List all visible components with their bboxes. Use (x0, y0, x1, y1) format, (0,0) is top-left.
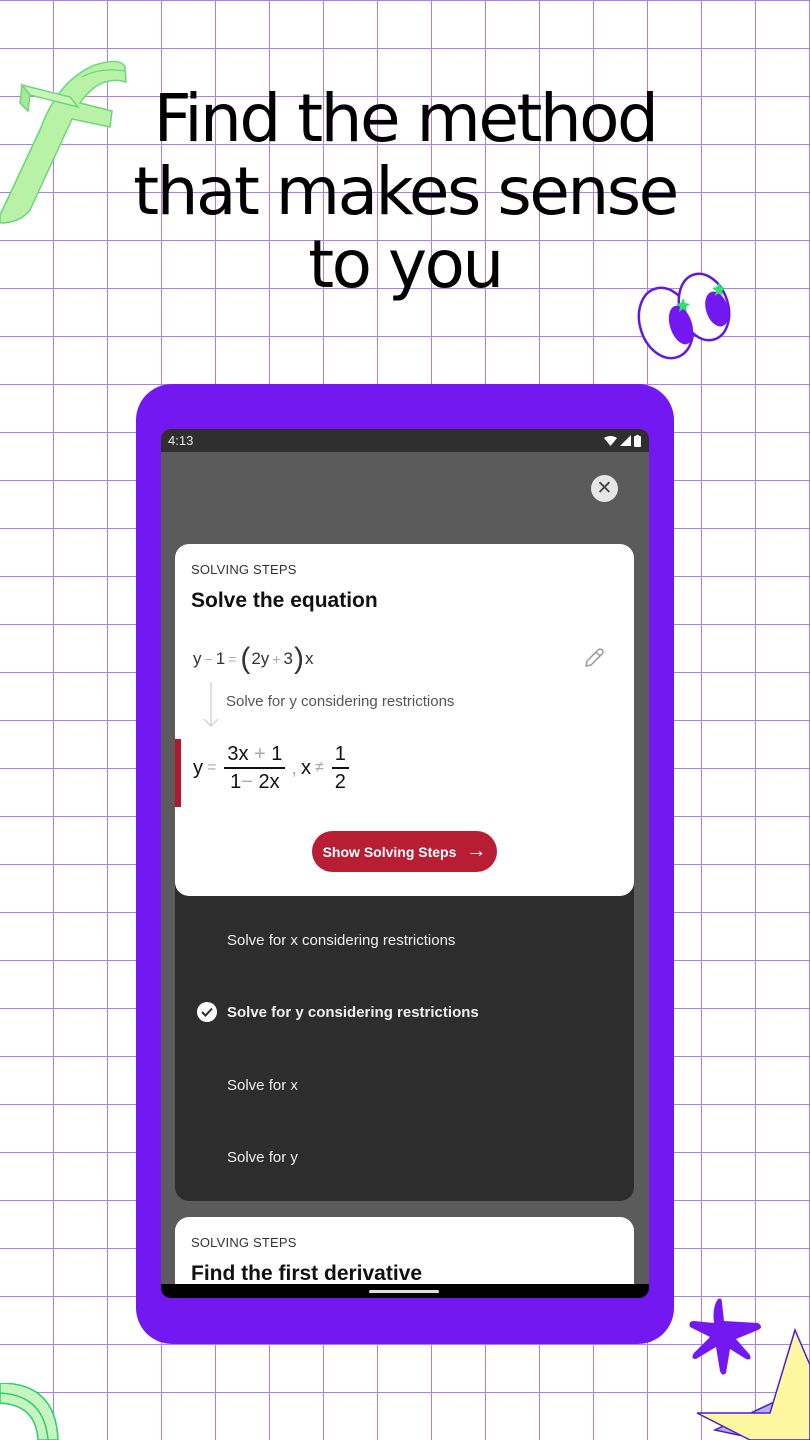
wifi-icon (604, 435, 617, 446)
option-label: Solve for y (227, 1148, 298, 1166)
eq-operator: = (228, 651, 237, 667)
eq-term: 1 (215, 649, 226, 668)
eq-operator: − (204, 651, 213, 667)
eq-term: y (193, 649, 202, 668)
green-arc-decoration (0, 1383, 59, 1440)
headline: Find the method that makes sense to you (0, 82, 810, 301)
eq-paren: ( (240, 642, 251, 675)
device-screen: 4:13 ✕ SOLVING STEPS Solve the equation … (161, 429, 649, 1298)
card-eyebrow: SOLVING STEPS (191, 1235, 297, 1250)
solving-steps-card: SOLVING STEPS Solve the equation y − 1 =… (175, 544, 634, 896)
arrow-right-icon: → (466, 840, 487, 862)
result-fraction: 3x + 1 1− 2x (224, 741, 286, 795)
result-equation: y = 3x + 1 1− 2x , x ≠ 1 2 (193, 741, 353, 795)
eq-term: x (304, 649, 314, 668)
battery-icon (634, 434, 641, 447)
headline-line-1: Find the method (153, 80, 659, 157)
status-bar: 4:13 (161, 429, 649, 452)
yellow-star-decoration (696, 1327, 810, 1440)
result-term: y (193, 756, 203, 779)
option-label: Solve for x (227, 1076, 298, 1094)
result-term: 1 (230, 771, 242, 793)
eq-operator: + (272, 651, 281, 667)
result-operator: ≠ (314, 759, 324, 776)
step-description: Solve for y considering restrictions (226, 693, 455, 710)
close-icon: ✕ (596, 478, 613, 499)
result-term: x (300, 756, 311, 779)
result-operator: − (241, 771, 253, 793)
card-title: Find the first derivative (191, 1262, 423, 1285)
result-operator: + (254, 743, 266, 765)
close-button[interactable]: ✕ (591, 475, 618, 502)
show-solving-steps-button[interactable]: Show Solving Steps → (312, 831, 497, 872)
method-option[interactable]: Solve for y (175, 1137, 634, 1177)
method-option[interactable]: Solve for x (175, 1065, 634, 1105)
fraction-numerator: 3x + 1 (224, 741, 286, 769)
edit-pencil-icon[interactable] (582, 646, 606, 670)
eq-paren: ) (293, 642, 304, 675)
headline-line-2: that makes sense (133, 153, 679, 230)
result-term: 3x (227, 743, 249, 765)
result-term: 1 (271, 743, 283, 765)
fraction-numerator: 1 (331, 741, 349, 769)
headline-line-3: to you (308, 226, 504, 303)
card-title: Solve the equation (191, 589, 378, 612)
result-term: 2x (258, 771, 280, 793)
home-handle[interactable] (369, 1290, 439, 1293)
result-highlight-bar (175, 739, 181, 807)
eq-term: 3 (283, 649, 293, 668)
step-down-arrow-icon (203, 682, 219, 727)
option-label: Solve for x considering restrictions (227, 931, 456, 949)
status-icons (604, 434, 641, 447)
checkmark-icon (197, 1002, 217, 1022)
method-option[interactable]: Solve for x considering restrictions (175, 920, 634, 960)
signal-icon (620, 435, 631, 446)
navigation-bar (161, 1284, 649, 1298)
fraction-denominator: 2 (334, 771, 346, 793)
input-equation: y − 1 = ( 2y + 3 ) x (193, 644, 313, 674)
result-operator: = (207, 759, 217, 776)
condition-fraction: 1 2 (331, 741, 349, 795)
fraction-denominator: 1− 2x (227, 769, 283, 795)
card-eyebrow: SOLVING STEPS (191, 562, 297, 577)
method-option-selected[interactable]: Solve for y considering restrictions (175, 992, 634, 1032)
result-comma: , (291, 756, 297, 779)
status-time: 4:13 (168, 433, 194, 448)
eq-term: 2y (251, 649, 270, 668)
option-label: Solve for y considering restrictions (227, 1003, 479, 1021)
button-label: Show Solving Steps (322, 843, 457, 860)
